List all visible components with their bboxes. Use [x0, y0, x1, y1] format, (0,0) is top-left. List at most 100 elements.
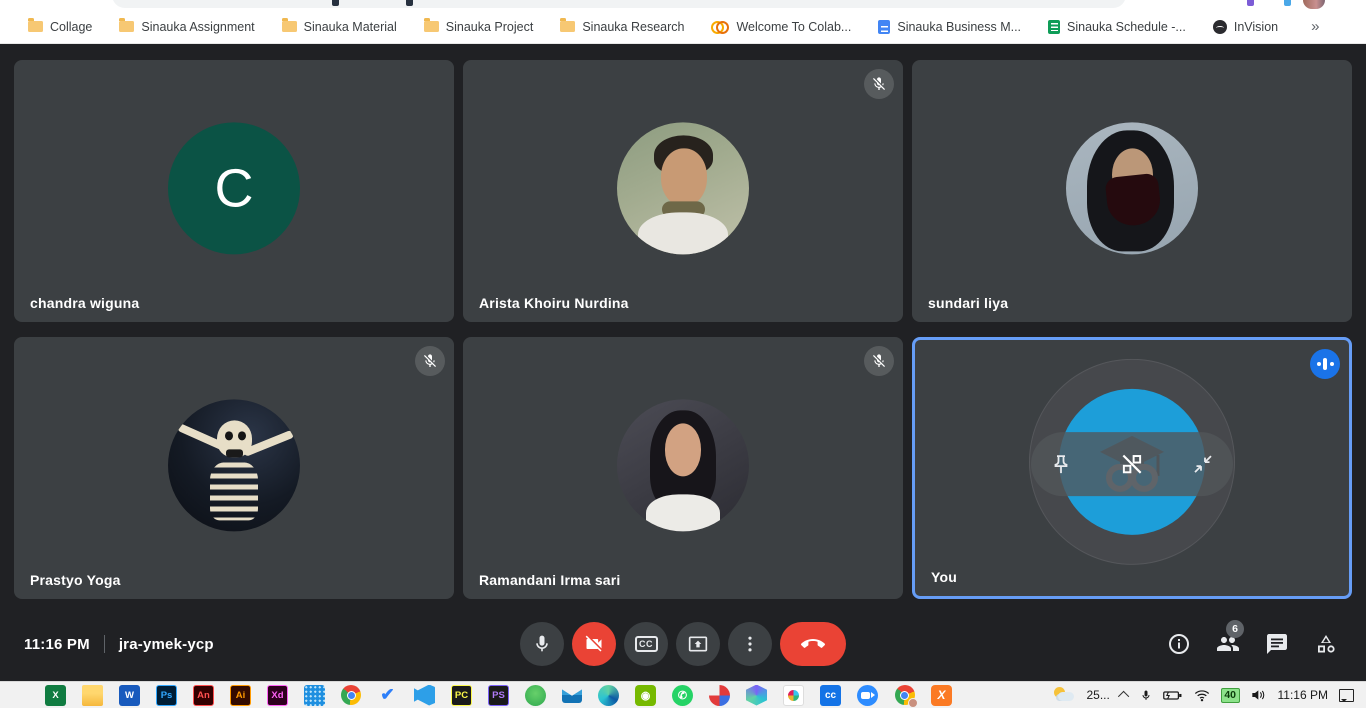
- photoscape-icon[interactable]: [709, 685, 730, 706]
- omnibox[interactable]: [112, 0, 1126, 8]
- avatar-letter: C: [215, 157, 254, 219]
- illustrator-icon[interactable]: Ai: [230, 685, 251, 706]
- bookmark-sinauka-assignment[interactable]: Sinauka Assignment: [119, 20, 254, 34]
- mic-off-icon: [422, 353, 438, 369]
- folder-icon: [424, 21, 439, 32]
- chrome-profile-icon[interactable]: [894, 685, 915, 706]
- participant-name: Ramandani Irma sari: [479, 572, 621, 588]
- bookmark-welcome-to-colab[interactable]: Welcome To Colab...: [711, 20, 851, 34]
- tray-mic-icon[interactable]: [1140, 688, 1152, 703]
- creative-cloud-icon[interactable]: cc: [820, 685, 841, 706]
- adobe-xd-icon[interactable]: Xd: [267, 685, 288, 706]
- participant-tile-arista[interactable]: Arista Khoiru Nurdina: [463, 60, 903, 322]
- participant-tile-prastyo[interactable]: Prastyo Yoga: [14, 337, 454, 599]
- meeting-code: jra-ymek-ycp: [119, 636, 214, 653]
- windows-start-icon[interactable]: [9, 685, 29, 705]
- chat-button[interactable]: [1265, 632, 1289, 656]
- xampp-icon[interactable]: X: [931, 685, 952, 706]
- screen: Collage Sinauka Assignment Sinauka Mater…: [0, 0, 1366, 708]
- photoshop-icon[interactable]: Ps: [156, 685, 177, 706]
- extension-icon[interactable]: [1247, 0, 1254, 6]
- pycharm-icon[interactable]: PC: [451, 685, 472, 706]
- participant-tile-self[interactable]: You: [912, 337, 1352, 599]
- system-tray: 25... 40 11:16 PM: [1053, 687, 1366, 703]
- captions-button[interactable]: CC: [624, 622, 668, 666]
- captions-icon: CC: [635, 636, 658, 652]
- camera-off-icon: [584, 634, 604, 654]
- chat-icon: [1265, 632, 1289, 656]
- omnibox-text-fragment: [406, 0, 413, 6]
- file-explorer-icon[interactable]: [82, 685, 103, 706]
- weather-temp[interactable]: 25...: [1086, 688, 1109, 702]
- bookmark-label: Sinauka Research: [582, 20, 684, 34]
- bookmark-sinauka-business[interactable]: Sinauka Business M...: [878, 20, 1021, 34]
- bookmark-invision[interactable]: InVision: [1213, 20, 1278, 34]
- bookmark-sinauka-research[interactable]: Sinauka Research: [560, 20, 684, 34]
- battery-plug-icon[interactable]: [1163, 689, 1183, 702]
- taskbar-pinned-apps: X W Ps An Ai Xd ✔ PC PS ◉ ✆ cc: [9, 685, 952, 706]
- battery-percentage-badge[interactable]: 40: [1221, 688, 1240, 703]
- mail-icon[interactable]: [562, 687, 582, 703]
- bookmark-label: Sinauka Schedule -...: [1067, 20, 1186, 34]
- minimize-icon[interactable]: [1191, 452, 1215, 476]
- speaker-icon[interactable]: [1251, 688, 1267, 702]
- checkmark-app-icon[interactable]: ✔: [377, 685, 398, 706]
- pin-icon[interactable]: [1049, 452, 1073, 476]
- participant-name: chandra wiguna: [30, 295, 139, 311]
- android-app-icon[interactable]: [525, 685, 546, 706]
- present-button[interactable]: [676, 622, 720, 666]
- meeting-details-button[interactable]: [1167, 632, 1191, 656]
- google-docs-icon: [878, 20, 890, 34]
- omnibox-text-fragment: [332, 0, 339, 6]
- vscode-icon[interactable]: [414, 685, 435, 706]
- phpstorm-icon[interactable]: PS: [488, 685, 509, 706]
- taskbar-clock[interactable]: 11:16 PM: [1278, 688, 1328, 702]
- audio-activity-indicator: [1310, 349, 1340, 379]
- screen-recorder-icon[interactable]: ◉: [635, 685, 656, 706]
- weather-icon[interactable]: [1053, 687, 1075, 703]
- grid-off-icon[interactable]: [1119, 451, 1145, 477]
- whatsapp-icon[interactable]: ✆: [672, 685, 693, 706]
- hexagon-app-icon[interactable]: [746, 685, 767, 706]
- bookmark-sinauka-schedule[interactable]: Sinauka Schedule -...: [1048, 20, 1186, 34]
- bookmark-collage[interactable]: Collage: [28, 20, 92, 34]
- chrome-icon[interactable]: [341, 685, 361, 705]
- mic-button[interactable]: [520, 622, 564, 666]
- bookmark-label: Sinauka Assignment: [141, 20, 254, 34]
- participant-tile-sundari[interactable]: sundari liya: [912, 60, 1352, 322]
- camera-off-button[interactable]: [572, 622, 616, 666]
- hang-up-button[interactable]: [780, 622, 846, 666]
- slack-icon[interactable]: [783, 685, 804, 706]
- calendar-icon[interactable]: [304, 685, 325, 706]
- edge-icon[interactable]: [598, 685, 619, 706]
- participants-button[interactable]: 6: [1216, 632, 1240, 656]
- animate-icon[interactable]: An: [193, 685, 214, 706]
- word-icon[interactable]: W: [119, 685, 140, 706]
- extension-icon[interactable]: [1284, 0, 1291, 6]
- profile-photo: [617, 122, 749, 254]
- folder-icon: [119, 21, 134, 32]
- meet-right-controls: 6: [1167, 632, 1338, 656]
- more-vert-icon: [740, 634, 760, 654]
- bookmark-label: Sinauka Project: [446, 20, 534, 34]
- colab-icon: [711, 21, 729, 32]
- mic-off-badge: [864, 346, 894, 376]
- wifi-icon[interactable]: [1194, 689, 1210, 702]
- excel-icon[interactable]: X: [45, 685, 66, 706]
- tray-overflow-chevron-icon[interactable]: [1118, 691, 1129, 702]
- mic-off-badge: [415, 346, 445, 376]
- windows-taskbar: X W Ps An Ai Xd ✔ PC PS ◉ ✆ cc: [0, 681, 1366, 708]
- bookmarks-overflow-chevron[interactable]: »: [1305, 18, 1325, 35]
- participants-count-badge: 6: [1226, 620, 1244, 638]
- zoom-icon[interactable]: [857, 685, 878, 706]
- activities-button[interactable]: [1314, 632, 1338, 656]
- participant-tile-chandra[interactable]: C chandra wiguna: [14, 60, 454, 322]
- bookmark-sinauka-material[interactable]: Sinauka Material: [282, 20, 397, 34]
- browser-profile-avatar[interactable]: [1303, 0, 1325, 9]
- bookmark-sinauka-project[interactable]: Sinauka Project: [424, 20, 534, 34]
- more-options-button[interactable]: [728, 622, 772, 666]
- invision-icon: [1213, 20, 1227, 34]
- participant-tile-ramandani[interactable]: Ramandani Irma sari: [463, 337, 903, 599]
- profile-photo: [1066, 122, 1198, 254]
- action-center-icon[interactable]: [1339, 689, 1354, 702]
